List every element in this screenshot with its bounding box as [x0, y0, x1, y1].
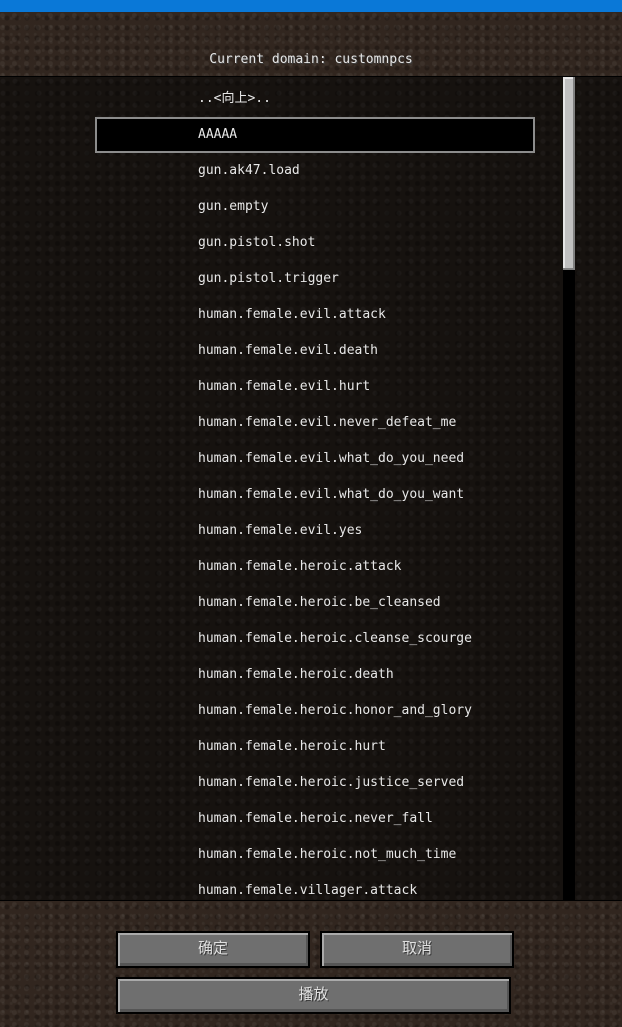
sound-list-item[interactable]: gun.ak47.load: [95, 153, 535, 189]
sound-list-item[interactable]: human.female.evil.what_do_you_want: [95, 477, 535, 513]
sound-list-item[interactable]: AAAAA: [95, 117, 535, 153]
sound-list-item[interactable]: human.female.evil.hurt: [95, 369, 535, 405]
sound-list-item[interactable]: human.female.heroic.not_much_time: [95, 837, 535, 873]
sound-list-item[interactable]: human.female.heroic.attack: [95, 549, 535, 585]
sound-file-list-panel[interactable]: ..<向上>.. AAAAA gun.ak47.load gun.empty gun.p…: [0, 77, 622, 900]
sound-list-item[interactable]: human.female.heroic.cleanse_scourge: [95, 621, 535, 657]
sound-list-item[interactable]: human.female.villager.attack: [95, 873, 535, 900]
sound-list-item[interactable]: gun.empty: [95, 189, 535, 225]
sound-list-item[interactable]: human.female.heroic.honor_and_glory: [95, 693, 535, 729]
confirm-button[interactable]: 确定: [116, 931, 310, 968]
sound-list-item[interactable]: human.female.evil.death: [95, 333, 535, 369]
sound-list-item[interactable]: human.female.heroic.never_fall: [95, 801, 535, 837]
sound-list-item[interactable]: human.female.heroic.be_cleansed: [95, 585, 535, 621]
sound-list-item[interactable]: human.female.evil.what_do_you_need: [95, 441, 535, 477]
parent-directory-item[interactable]: ..<向上>..: [95, 81, 535, 117]
sound-list-item[interactable]: human.female.heroic.death: [95, 657, 535, 693]
window-top-accent-bar: [0, 0, 622, 12]
cancel-button[interactable]: 取消: [320, 931, 514, 968]
sound-list-item[interactable]: gun.pistol.shot: [95, 225, 535, 261]
sound-list-item[interactable]: human.female.evil.yes: [95, 513, 535, 549]
sound-list-item[interactable]: gun.pistol.trigger: [95, 261, 535, 297]
sound-list-item[interactable]: human.female.evil.never_defeat_me: [95, 405, 535, 441]
header-panel: Current domain: customnpcs: [0, 12, 622, 77]
list-scrollbar-thumb[interactable]: [563, 77, 575, 270]
current-domain-title: Current domain: customnpcs: [209, 52, 413, 67]
sound-list-item[interactable]: human.female.heroic.justice_served: [95, 765, 535, 801]
sound-list-item[interactable]: human.female.evil.attack: [95, 297, 535, 333]
sound-list-item[interactable]: human.female.heroic.hurt: [95, 729, 535, 765]
list-scrollbar[interactable]: [563, 77, 575, 900]
play-button[interactable]: 播放: [116, 977, 511, 1014]
